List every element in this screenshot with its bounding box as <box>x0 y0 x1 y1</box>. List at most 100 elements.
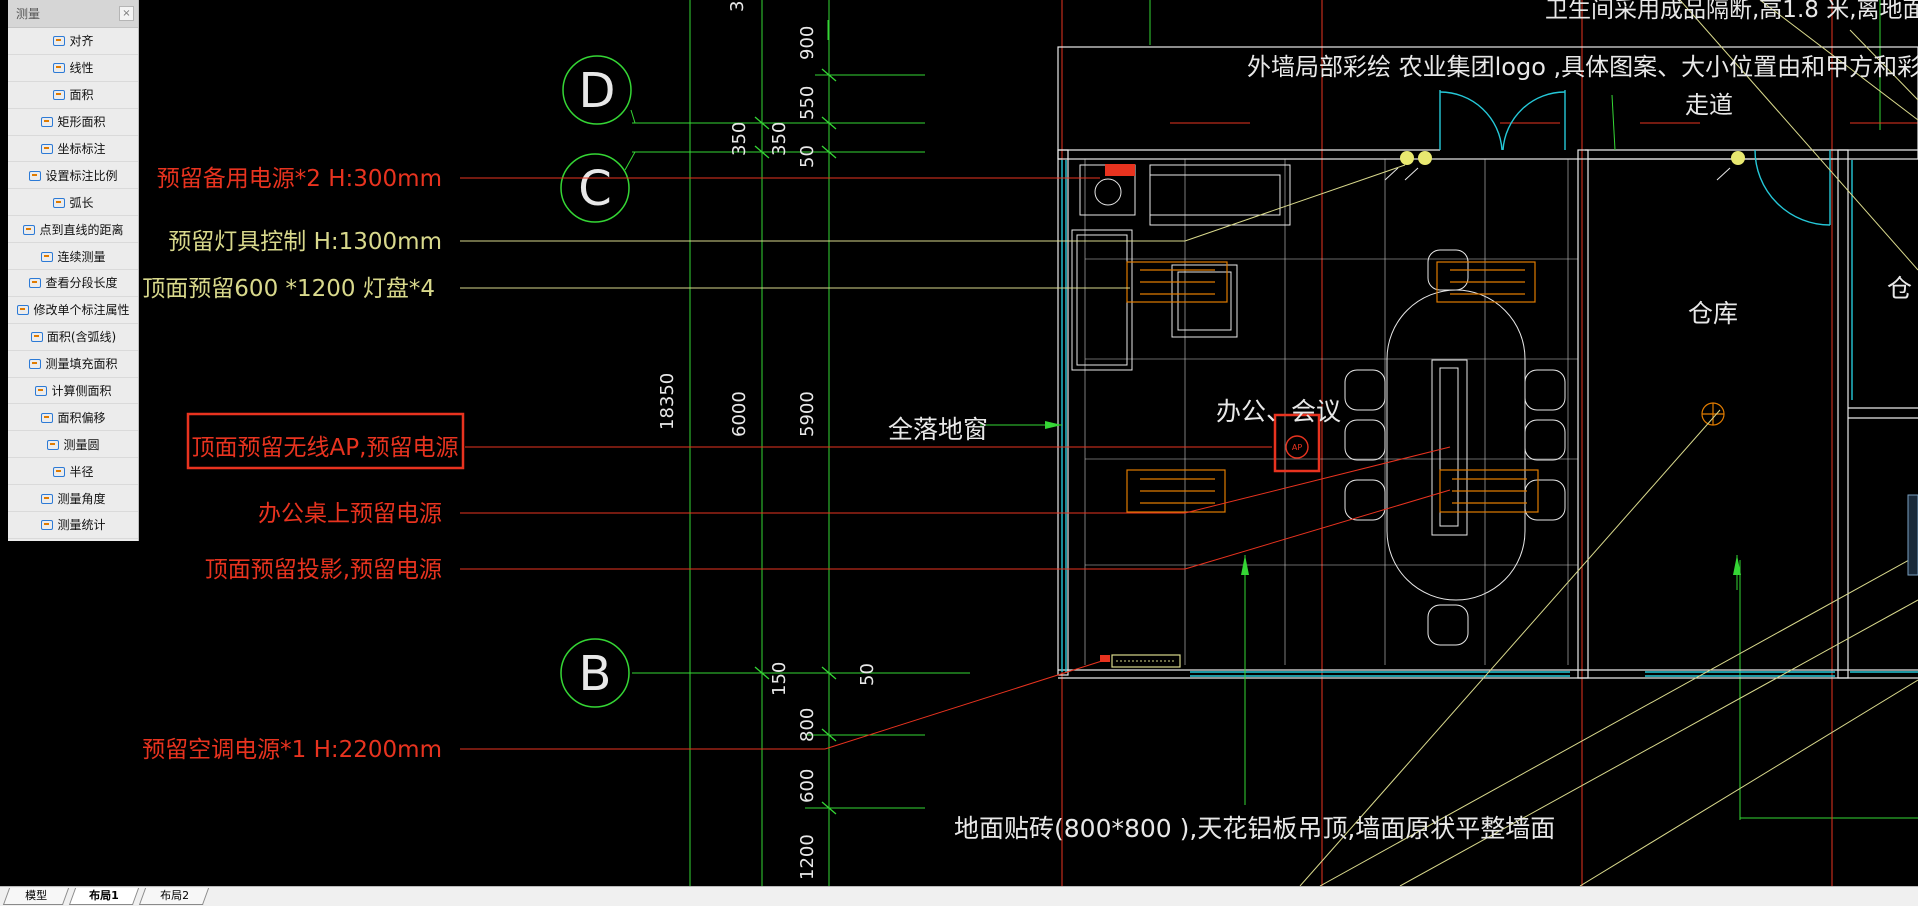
measure-tool-button[interactable]: 连续测量 <box>8 243 138 271</box>
layout-tab-label: 模型 <box>25 889 48 902</box>
measure-tool-button[interactable]: 面积(含弧线) <box>8 324 138 351</box>
measure-tool-icon <box>40 250 54 263</box>
measure-tool-label: 测量圆 <box>63 437 100 452</box>
measure-tool-label: 弧长 <box>69 195 94 210</box>
dim-5900: 5900 <box>797 391 818 437</box>
measure-tool-button[interactable]: 测量填充面积 <box>8 351 138 378</box>
annotation-light-panel: 顶面预留600 *1200 灯盘*4 <box>142 276 435 302</box>
measure-tool-label: 坐标标注 <box>57 142 106 156</box>
measure-tool-button[interactable]: 测量统计 <box>8 512 138 539</box>
warehouse-label: 仓库 <box>1688 299 1738 328</box>
measure-tool-button[interactable]: 面积偏移 <box>8 404 138 432</box>
svg-text:D: D <box>579 63 616 119</box>
measure-tool-icon <box>30 330 43 343</box>
measure-tool-button[interactable]: 测量角度 <box>8 485 138 513</box>
measure-tool-icon <box>40 411 54 424</box>
measure-tool-label: 设置标注比例 <box>45 168 118 183</box>
dim-50-b: 50 <box>857 663 878 686</box>
measure-tool-icon <box>52 61 66 74</box>
dim-600: 600 <box>797 769 818 803</box>
measure-toolbar-title[interactable]: 测量 × <box>8 0 138 28</box>
measure-tool-button[interactable]: 坐标标注 <box>8 136 138 163</box>
layout-tab-bar: 模型 布局1 布局2 <box>0 886 1918 906</box>
dim-1200: 1200 <box>797 834 818 880</box>
measure-tool-button[interactable]: 查看分段长度 <box>8 270 138 297</box>
layout-tab[interactable]: 布局2 <box>138 888 210 905</box>
measure-tool-label: 线性 <box>69 61 94 76</box>
measure-tool-button[interactable]: 点到直线的距离 <box>8 216 138 244</box>
dim-30: 30 <box>727 0 748 12</box>
measure-tool-icon <box>40 518 54 531</box>
measure-tool-button[interactable]: 线性 <box>8 55 138 82</box>
dim-50: 50 <box>797 145 818 168</box>
device-edge <box>1907 494 1918 576</box>
measure-tool-label: 连续测量 <box>57 249 106 264</box>
measure-tool-button[interactable]: 面积 <box>8 82 138 109</box>
measure-tool-button[interactable]: 计算侧面积 <box>8 378 138 405</box>
dim-350a: 350 <box>729 122 750 156</box>
measure-tool-icon <box>40 492 54 505</box>
layout-tab-label: 布局1 <box>89 889 120 902</box>
annotation-desk-power: 办公桌上预留电源 <box>258 501 442 527</box>
measure-tool-label: 计算侧面积 <box>51 384 112 399</box>
measure-tool-button[interactable]: 弧长 <box>8 189 138 217</box>
measure-tool-label: 矩形面积 <box>57 115 106 130</box>
dim-550: 550 <box>797 86 818 120</box>
measure-tool-label: 测量统计 <box>57 518 106 533</box>
corridor-label: 走道 <box>1685 91 1733 119</box>
wall-note-top: 卫生间采用成品隔断,高1.8 米,离地面 <box>1545 0 1918 23</box>
measure-tool-icon <box>52 465 66 478</box>
measure-tool-icon <box>16 303 30 316</box>
measure-tool-icon <box>40 115 54 128</box>
measure-tool-icon <box>34 384 48 397</box>
measure-tool-button[interactable]: 半径 <box>8 458 138 486</box>
annotation-ac-power: 预留空调电源*1 H:2200mm <box>142 737 442 763</box>
measure-tool-label: 对齐 <box>69 34 94 49</box>
measure-tool-label: 面积(含弧线) <box>46 330 117 345</box>
dim-6000: 6000 <box>729 391 750 437</box>
measure-tool-icon <box>52 88 66 101</box>
measure-tool-button[interactable]: 设置标注比例 <box>8 162 138 190</box>
svg-text:AP: AP <box>1292 443 1302 452</box>
measure-toolbar: 测量 × 对齐线性面积矩形面积坐标标注设置标注比例 弧长点到直线的距离 连续测量查看… <box>8 0 139 541</box>
floor-note: 地面贴砖(800*800 ),天花铝板吊顶,墙面原状平整墙面 <box>954 814 1555 843</box>
dim-18350: 18350 <box>657 373 678 430</box>
annotation-projector: 顶面预留投影,预留电源 <box>205 557 442 583</box>
measure-tool-icon <box>28 276 42 289</box>
measure-tool-icon <box>52 34 66 47</box>
measure-tool-label: 查看分段长度 <box>45 276 118 291</box>
annotation-wireless-ap: 顶面预留无线AP,预留电源 <box>192 435 459 461</box>
measure-tool-label: 测量角度 <box>57 491 106 506</box>
measure-tool-icon <box>28 169 42 182</box>
layout-tab[interactable]: 模型 <box>2 888 70 905</box>
measure-tool-label: 修改单个标注属性 <box>33 303 130 318</box>
measure-tool-icon <box>40 142 54 155</box>
measure-tool-icon <box>28 357 42 370</box>
dim-350b: 350 <box>769 122 790 156</box>
tool-list: 对齐线性面积矩形面积坐标标注设置标注比例 弧长点到直线的距离 连续测量查看分段长度修… <box>8 28 138 539</box>
annotation-light-control: 预留灯具控制 H:1300mm <box>168 229 442 255</box>
window-label: 全落地窗 <box>888 415 988 444</box>
measure-tool-button[interactable]: 测量圆 <box>8 431 138 459</box>
svg-text:B: B <box>579 646 612 702</box>
measure-tool-icon <box>52 196 66 209</box>
office-label: 办公、会议 <box>1216 397 1341 426</box>
wall-note: 外墙局部彩绘 农业集团logo ,具体图案、大小位置由和甲方和彩绘 <box>1247 53 1918 81</box>
measure-tool-label: 面积偏移 <box>57 410 106 425</box>
dim-150: 150 <box>769 662 790 696</box>
measure-tool-button[interactable]: 矩形面积 <box>8 109 138 136</box>
measure-tool-label: 半径 <box>69 464 94 479</box>
measure-tool-label: 面积 <box>69 88 94 103</box>
dim-800: 800 <box>797 708 818 742</box>
measure-toolbar-title-text: 测量 <box>16 7 41 21</box>
measure-tool-label: 点到直线的距离 <box>39 222 124 237</box>
dim-900: 900 <box>797 26 818 60</box>
measure-tool-button[interactable]: 对齐 <box>8 28 138 55</box>
cad-drawing-canvas[interactable]: D C B 30 900 550 50 350 350 18350 6000 5… <box>0 0 1918 886</box>
close-icon[interactable]: × <box>119 6 134 21</box>
measure-tool-button[interactable]: 修改单个标注属性 <box>8 297 138 324</box>
layout-tab-label: 布局2 <box>159 889 189 902</box>
layout-tab[interactable]: 布局1 <box>68 888 140 905</box>
measure-tool-icon <box>46 438 60 451</box>
svg-text:C: C <box>578 161 612 217</box>
